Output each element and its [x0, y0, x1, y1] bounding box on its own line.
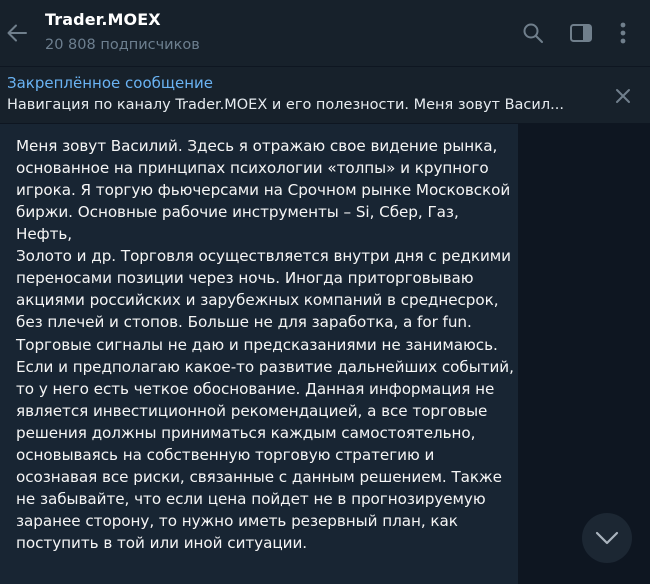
- sidebar-panel-icon: [570, 24, 592, 42]
- chat-header: Trader.MOEX 20 808 подписчиков: [0, 0, 650, 66]
- sidebar-toggle-button[interactable]: [564, 16, 598, 50]
- scroll-down-button[interactable]: [582, 513, 632, 563]
- more-vertical-icon: [620, 22, 626, 44]
- channel-info[interactable]: Trader.MOEX 20 808 подписчиков: [45, 10, 200, 55]
- channel-title: Trader.MOEX: [45, 10, 161, 29]
- search-button[interactable]: [516, 16, 550, 50]
- pinned-message-bar[interactable]: Закреплённое сообщение Навигация по кана…: [0, 67, 650, 123]
- close-icon: [616, 89, 630, 103]
- pinned-preview-text: Навигация по каналу Trader.MOEX и его по…: [7, 97, 564, 113]
- message-paragraph-1: Меня зовут Василий. Здесь я отражаю свое…: [16, 137, 512, 331]
- search-icon: [523, 23, 543, 43]
- more-button[interactable]: [606, 16, 640, 50]
- pinned-title: Закреплённое сообщение: [7, 74, 214, 92]
- back-arrow-icon: [7, 24, 27, 42]
- close-pinned-button[interactable]: [606, 79, 640, 113]
- subscriber-count: 20 808 подписчиков: [45, 37, 200, 53]
- chevron-down-icon: [595, 531, 619, 545]
- message-paragraph-2: Торговые сигналы не даю и предсказаниями…: [16, 336, 514, 552]
- back-button[interactable]: [0, 9, 34, 57]
